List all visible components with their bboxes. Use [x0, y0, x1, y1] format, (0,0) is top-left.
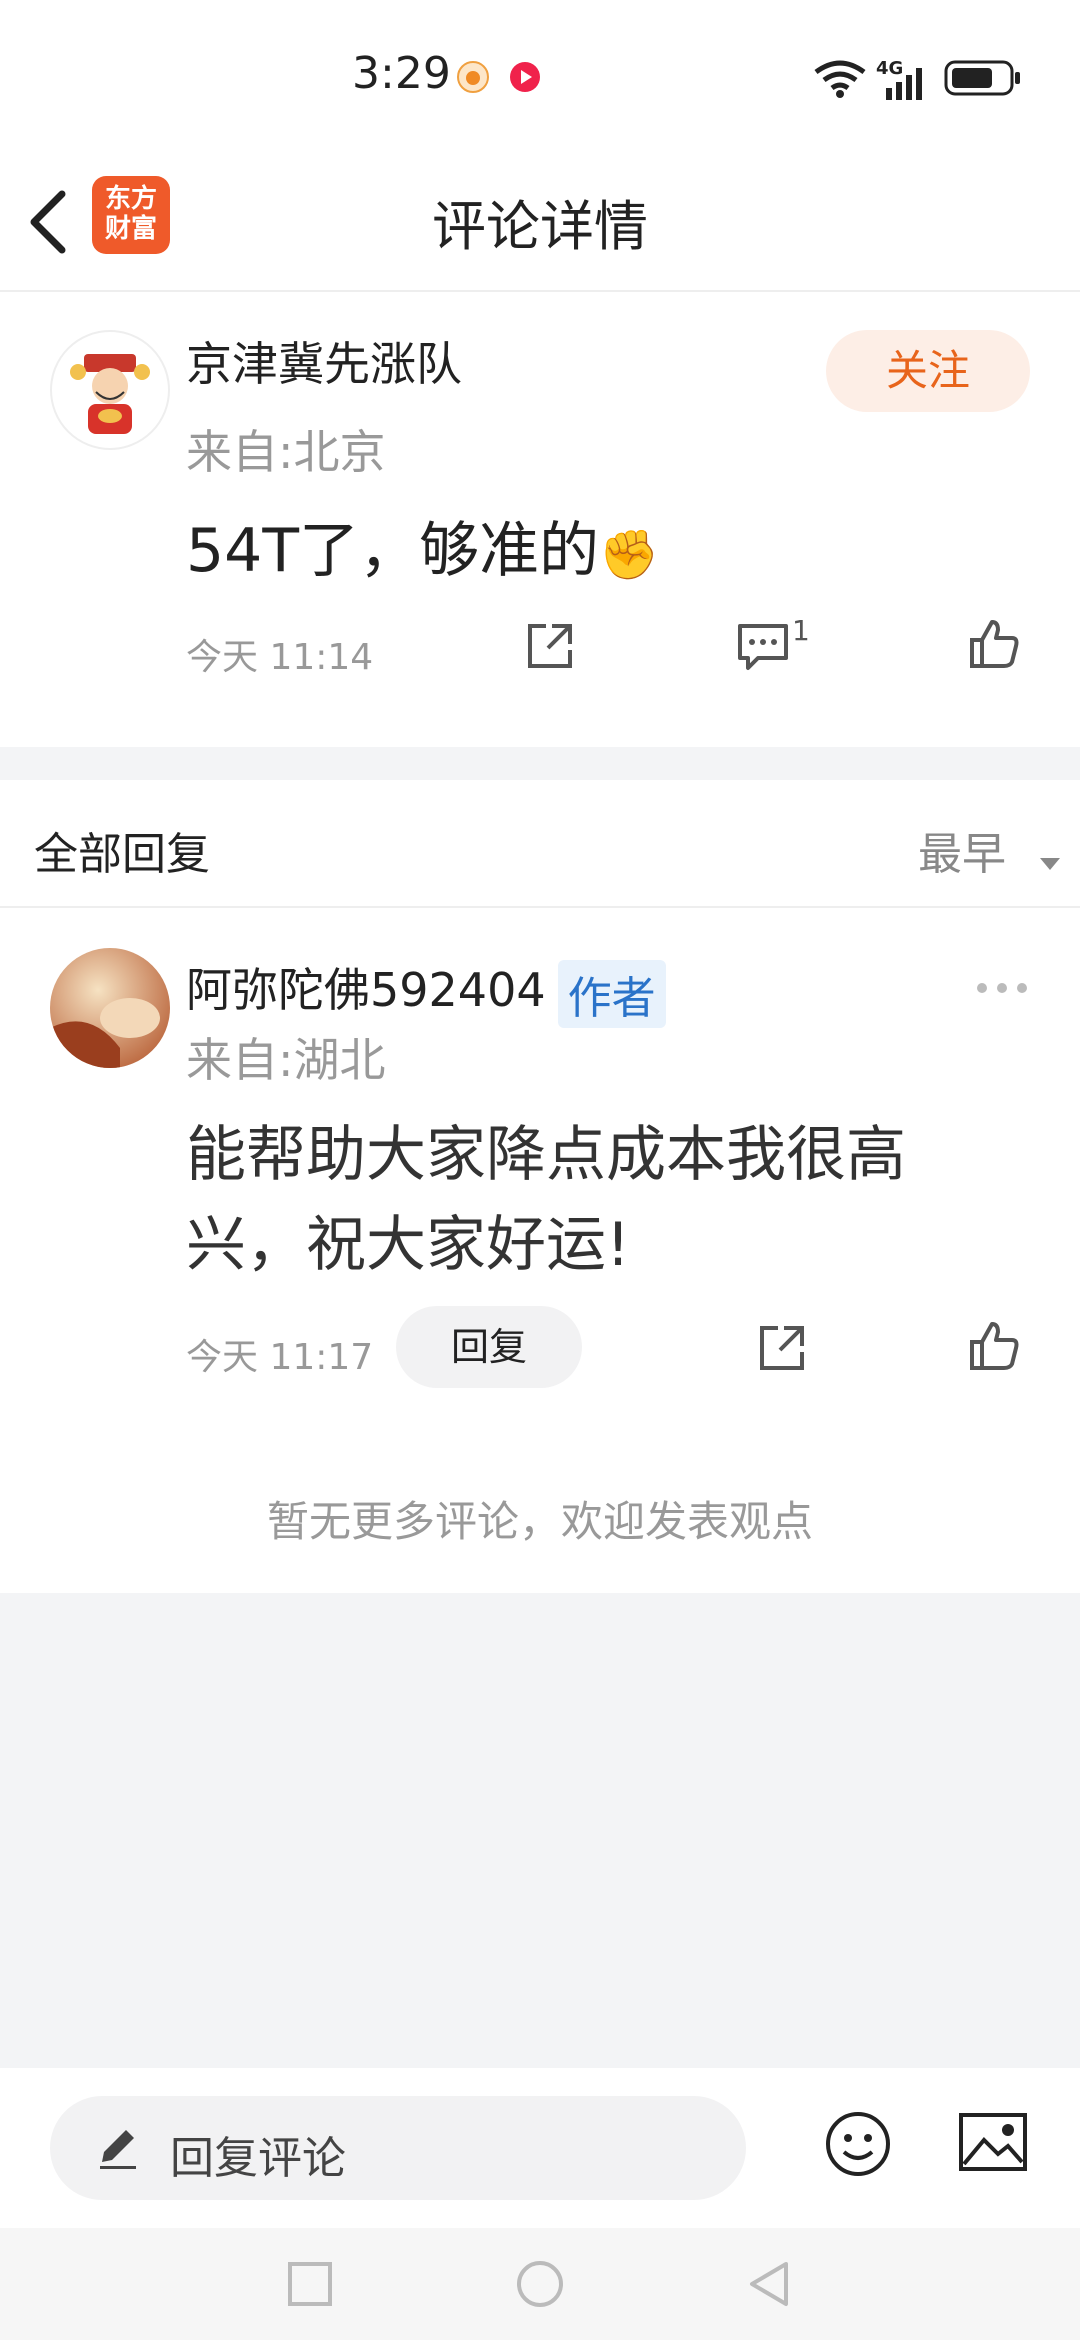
comment-content: 54T了，够准的✊ [186, 502, 659, 589]
signal-icon [880, 66, 930, 104]
reply-time: 今天 11:17 [186, 1337, 374, 1378]
sort-label: 最早 [918, 829, 1006, 880]
video-app-icon [508, 60, 542, 98]
follow-button[interactable]: 关注 [826, 330, 1030, 412]
all-replies-title: 全部回复 [34, 829, 210, 880]
more-options-icon[interactable] [976, 980, 1028, 1000]
status-bar: 3:29 4G [0, 0, 1080, 150]
recent-apps-icon[interactable] [288, 2262, 332, 2310]
reply-input-placeholder: 回复评论 [170, 2133, 346, 2184]
author-badge: 作者 [557, 959, 666, 1028]
original-comment: 京津冀先涨队 来自:北京 关注 54T了，够准的✊ 今天 11:14 1 [0, 292, 1080, 747]
author-location: 来自:北京 [186, 425, 386, 479]
wifi-icon [812, 58, 868, 102]
reply-item: 阿弥陀佛592404 作者 来自:湖北 能帮助大家降点成本我很高兴，祝大家好运! … [0, 908, 1080, 1593]
reply-share-icon[interactable] [756, 1322, 808, 1378]
top-navigation-bar: 东方 财富 评论详情 [0, 150, 1080, 292]
reply-author-line: 阿弥陀佛592404 作者 [186, 954, 666, 1028]
battery-icon [944, 58, 1024, 102]
author-name[interactable]: 京津冀先涨队 [186, 328, 462, 394]
like-icon[interactable] [966, 616, 1022, 676]
bottom-reply-bar: 回复评论 [0, 2068, 1080, 2228]
dropdown-arrow-icon [1038, 832, 1062, 883]
reply-author-location: 来自:湖北 [186, 1033, 386, 1087]
page-title: 评论详情 [432, 195, 648, 258]
status-time: 3:29 [352, 48, 451, 99]
back-nav-icon[interactable] [746, 2260, 792, 2312]
reply-button[interactable]: 回复 [396, 1306, 582, 1388]
pencil-icon [96, 2126, 140, 2174]
comment-text: 54T了，够准的 [186, 516, 599, 586]
comment-time: 今天 11:14 [186, 637, 374, 678]
share-icon[interactable] [524, 620, 576, 676]
replies-header: 全部回复 最早 [0, 780, 1080, 908]
sort-dropdown[interactable]: 最早 [918, 818, 1062, 883]
comment-icon[interactable] [736, 620, 792, 676]
author-avatar[interactable] [50, 330, 170, 450]
home-icon[interactable] [516, 2260, 564, 2312]
notification-app-icon [456, 60, 490, 98]
reply-author-avatar[interactable] [50, 948, 170, 1068]
system-navigation-bar [0, 2228, 1080, 2340]
reply-input[interactable]: 回复评论 [50, 2096, 746, 2200]
fist-emoji: ✊ [599, 527, 659, 583]
reply-author-name[interactable]: 阿弥陀佛592404 [186, 963, 546, 1017]
reply-like-icon[interactable] [966, 1318, 1022, 1378]
reply-content: 能帮助大家降点成本我很高兴，祝大家好运! [186, 1120, 906, 1280]
image-icon[interactable] [958, 2112, 1028, 2176]
no-more-comments: 暂无更多评论，欢迎发表观点 [266, 1497, 813, 1546]
emoji-icon[interactable] [824, 2110, 892, 2182]
comment-count: 1 [792, 614, 810, 647]
